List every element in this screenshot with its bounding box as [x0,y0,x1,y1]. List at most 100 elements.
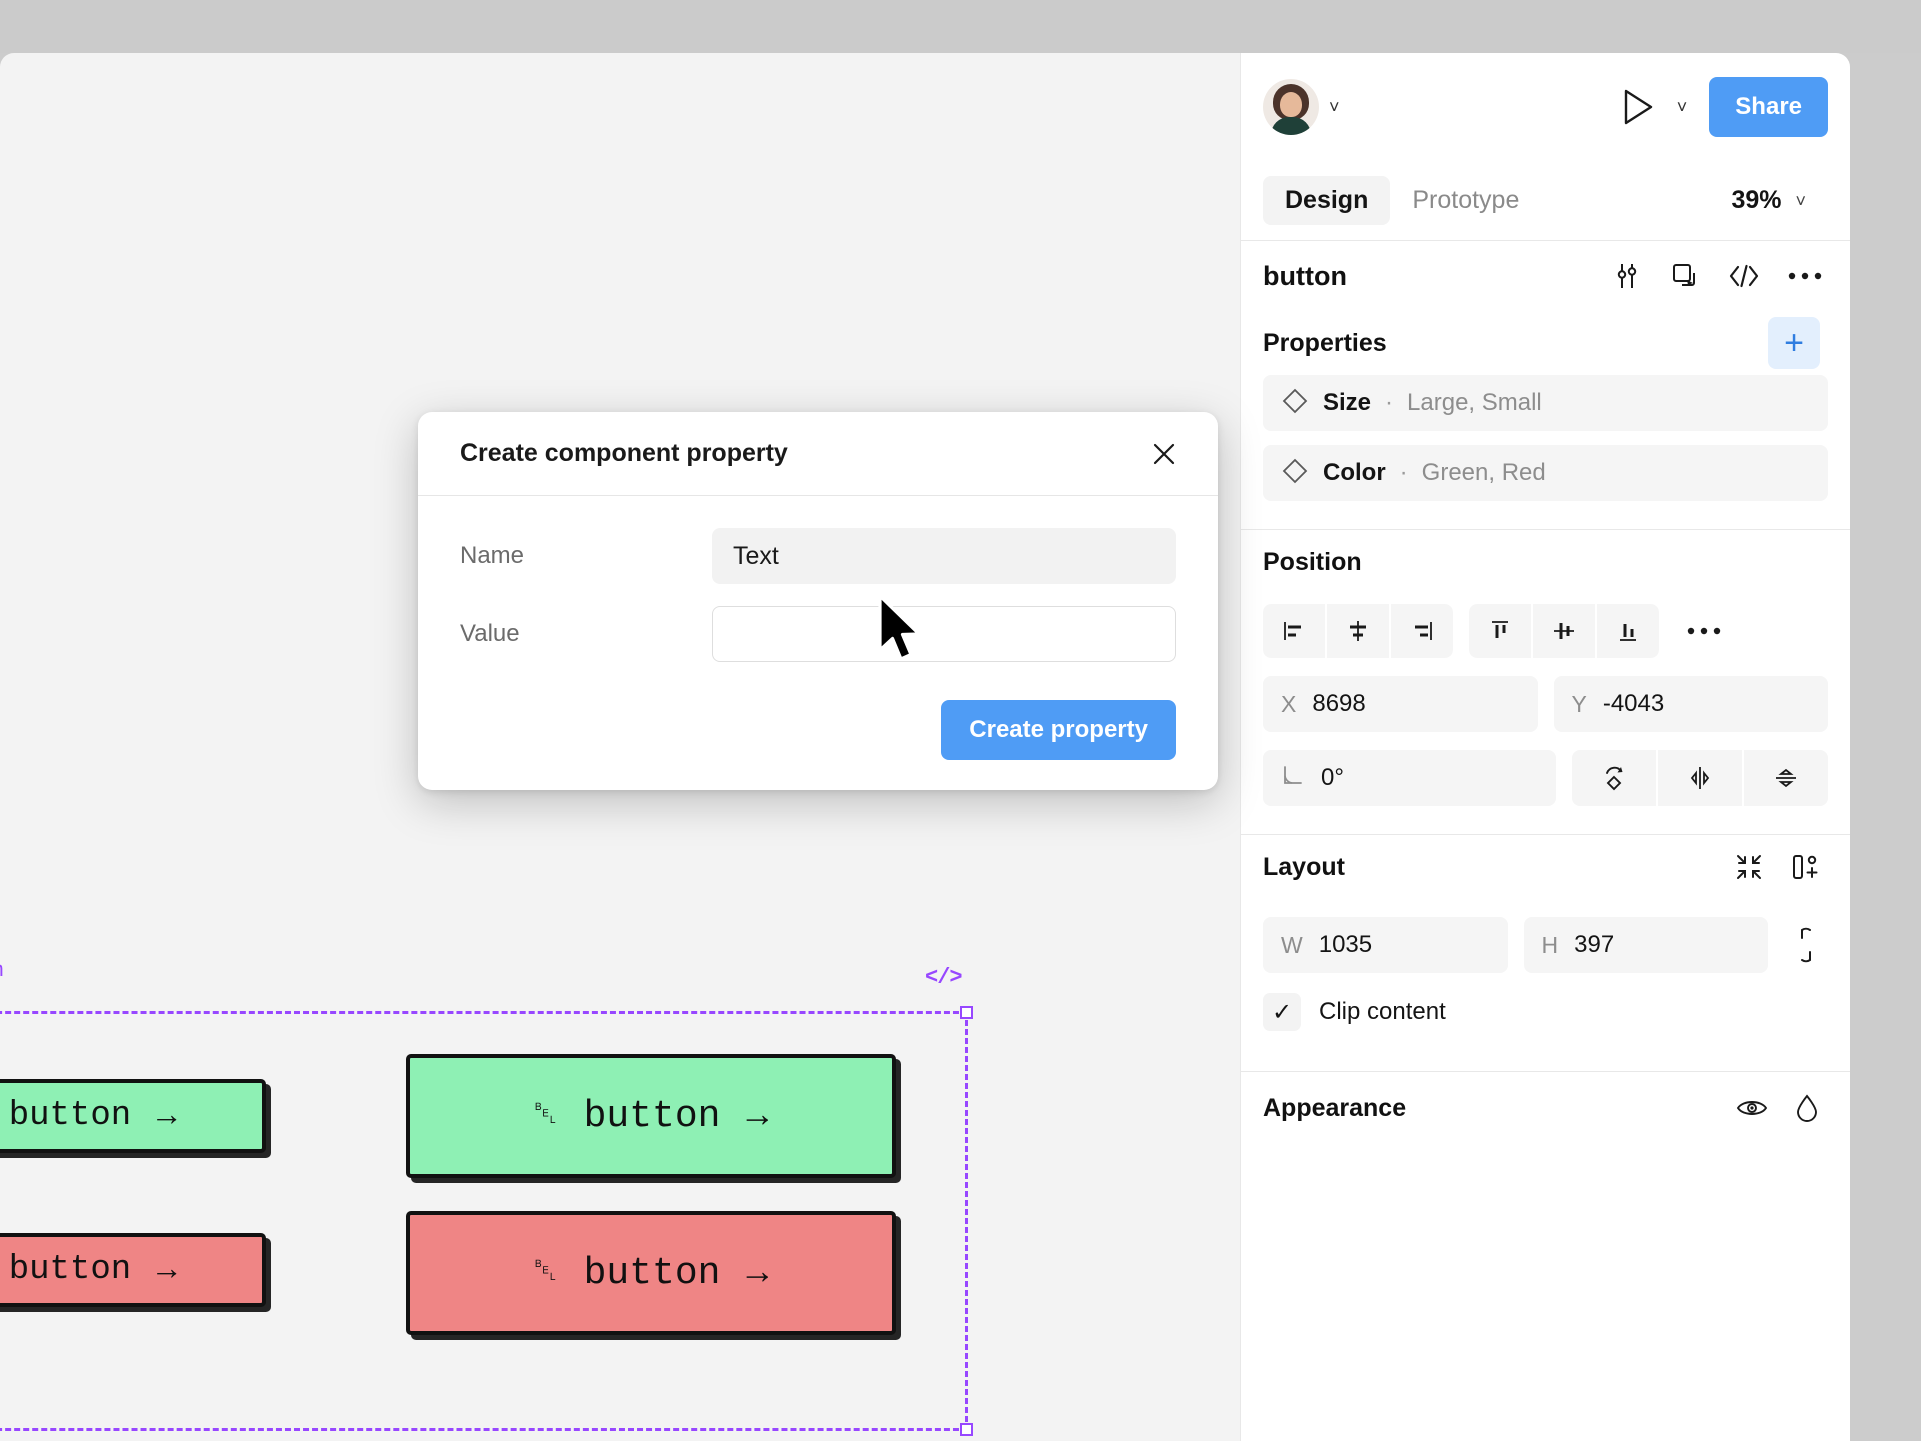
add-property-button[interactable]: + [1768,317,1820,369]
arrow-right-icon: → [157,1098,176,1135]
rotation-transform-row: 0° [1241,732,1850,806]
layout-title: Layout [1263,853,1345,882]
align-vertical-center-icon[interactable] [1533,604,1595,658]
dialog-body: Name Text Value Create property [418,496,1218,790]
bell-icon: ␇ [534,1101,558,1131]
position-section-header: Position [1241,530,1850,594]
close-icon[interactable] [1142,432,1186,476]
properties-section-header: Properties + [1241,311,1850,375]
frame-label-partial[interactable]: n [0,958,4,982]
property-name: Size [1323,389,1371,417]
alignment-toolbar [1241,594,1850,658]
name-label: Name [460,542,712,570]
x-position-input[interactable]: X 8698 [1263,676,1538,732]
x-value: 8698 [1312,690,1365,718]
width-label: W [1281,932,1303,959]
appearance-title: Appearance [1263,1094,1406,1123]
avatar[interactable] [1263,79,1319,135]
eye-icon[interactable] [1736,1095,1768,1121]
width-input[interactable]: W 1035 [1263,917,1508,973]
avatar-face [1280,92,1302,117]
height-value: 397 [1574,931,1614,959]
add-auto-layout-icon[interactable] [1790,852,1820,882]
constrain-proportions-icon[interactable] [1784,926,1828,964]
align-top-icon[interactable] [1469,604,1531,658]
align-bottom-icon[interactable] [1597,604,1659,658]
selection-handle-top-right[interactable] [960,1006,973,1019]
property-separator: · [1385,389,1393,417]
resize-to-fit-icon[interactable] [1734,852,1764,882]
component-title-row: button [1241,241,1850,311]
create-component-property-dialog: Create component property Name Text Valu… [418,412,1218,790]
value-label: Value [460,620,712,648]
panel-tabs: Design Prototype 39% ˅ [1241,161,1850,241]
tune-sliders-icon[interactable] [1612,261,1642,291]
bell-icon: ␇ [534,1258,558,1288]
right-properties-panel: ˅ ˅ Share Design Prototype 39% ˅ [1240,53,1850,1441]
swap-component-icon[interactable] [1670,261,1700,291]
variant-button-small-red[interactable]: ␇ button → [0,1233,266,1307]
share-button[interactable]: Share [1709,77,1828,137]
variant-button-large-red[interactable]: ␇ button → [406,1211,896,1335]
selection-handle-bottom-right[interactable] [960,1423,973,1436]
code-icon[interactable]: </> [925,965,962,990]
appearance-section-header: Appearance [1241,1072,1850,1144]
y-value: -4043 [1603,690,1664,718]
clip-content-label: Clip content [1319,998,1446,1026]
account-menu[interactable]: ˅ [1263,79,1340,135]
tab-design[interactable]: Design [1263,176,1390,225]
height-label: H [1542,932,1559,959]
dialog-actions: Create property [460,700,1176,760]
check-icon: ✓ [1272,998,1292,1027]
width-value: 1035 [1319,931,1372,959]
avatar-body [1271,117,1311,135]
top-chrome-bar [0,0,1921,53]
layout-section-header: Layout [1241,835,1850,899]
opacity-drop-icon[interactable] [1794,1093,1820,1123]
position-title: Position [1263,548,1362,577]
rotation-input[interactable]: 0° [1263,750,1556,806]
panel-header: ˅ ˅ Share [1241,53,1850,161]
properties-title: Properties [1263,329,1387,358]
create-property-button[interactable]: Create property [941,700,1176,760]
value-input[interactable] [712,606,1176,662]
button-label: button [584,1252,721,1295]
button-label: button [584,1095,721,1138]
component-name: button [1263,261,1347,292]
rotate-icon[interactable] [1572,750,1656,806]
chevron-down-icon[interactable]: ˅ [1677,98,1688,116]
more-options-icon[interactable] [1788,270,1822,282]
flip-vertical-icon[interactable] [1744,750,1828,806]
zoom-control[interactable]: 39% ˅ [1731,186,1828,215]
y-position-input[interactable]: Y -4043 [1554,676,1829,732]
more-options-icon[interactable] [1687,625,1721,637]
property-row-color[interactable]: Color · Green, Red [1263,445,1828,501]
clip-content-row[interactable]: ✓ Clip content [1241,973,1850,1031]
button-label: button [9,1097,131,1135]
arrow-right-icon: → [157,1252,176,1289]
flip-horizontal-icon[interactable] [1658,750,1742,806]
tab-prototype[interactable]: Prototype [1390,176,1541,225]
property-row-size[interactable]: Size · Large, Small [1263,375,1828,431]
property-values: Large, Small [1407,389,1542,417]
play-icon[interactable] [1621,88,1655,126]
variant-button-small-green[interactable]: ␇ button → [0,1079,266,1153]
height-input[interactable]: H 397 [1524,917,1769,973]
property-name: Color [1323,459,1386,487]
chevron-down-icon[interactable]: ˅ [1329,98,1340,116]
variant-diamond-icon [1281,387,1309,420]
arrow-right-icon: → [746,1253,768,1294]
clip-content-checkbox[interactable]: ✓ [1263,993,1301,1031]
code-icon[interactable] [1728,263,1760,289]
button-label: button [9,1251,131,1289]
properties-actions: + [1768,317,1828,369]
align-left-icon[interactable] [1263,604,1325,658]
name-input[interactable]: Text [712,528,1176,584]
layout-wh-row: W 1035 H 397 [1241,899,1850,973]
angle-icon [1281,763,1305,793]
variant-button-large-green[interactable]: ␇ button → [406,1054,896,1178]
arrow-right-icon: → [746,1096,768,1137]
align-right-icon[interactable] [1391,604,1453,658]
transform-buttons [1572,750,1829,806]
align-horizontal-center-icon[interactable] [1327,604,1389,658]
